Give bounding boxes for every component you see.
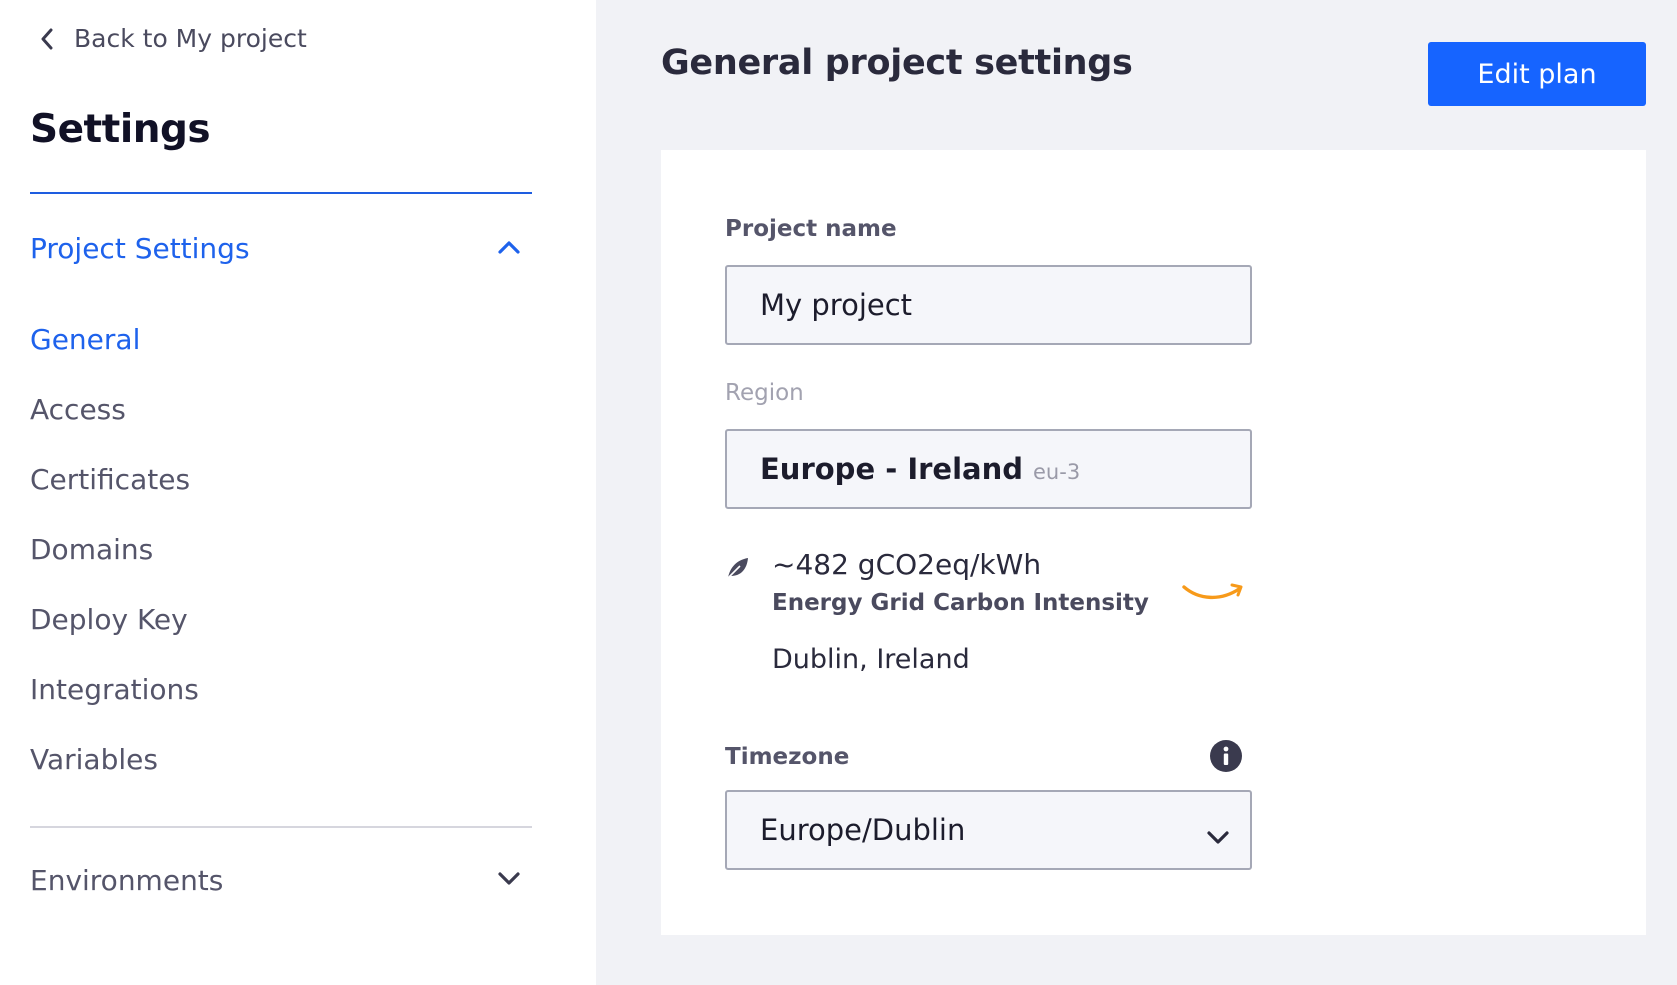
sidebar-item-certificates[interactable]: Certificates xyxy=(30,458,199,528)
sidebar: Back to My project Settings Project Sett… xyxy=(0,0,596,985)
edit-plan-button[interactable]: Edit plan xyxy=(1428,42,1646,106)
leaf-icon xyxy=(725,555,751,585)
timezone-value: Europe/Dublin xyxy=(760,813,966,847)
info-icon[interactable] xyxy=(1209,739,1243,777)
region-name: Europe - Ireland xyxy=(760,452,1024,486)
project-settings-toggle[interactable]: Project Settings xyxy=(30,232,532,265)
environments-divider xyxy=(30,826,532,828)
timezone-select[interactable]: Europe/Dublin xyxy=(725,790,1252,870)
chevron-down-icon xyxy=(498,871,520,890)
project-settings-nav: General Access Certificates Domains Depl… xyxy=(30,318,199,808)
environments-toggle[interactable]: Environments xyxy=(30,864,532,897)
sidebar-item-domains[interactable]: Domains xyxy=(30,528,199,598)
sidebar-item-general[interactable]: General xyxy=(30,318,199,388)
region-code: eu-3 xyxy=(1033,460,1081,484)
project-name-input[interactable]: My project xyxy=(725,265,1252,345)
carbon-intensity-value: ~482 gCO2eq/kWh xyxy=(772,548,1042,581)
chevron-up-icon xyxy=(498,239,520,258)
page-title: General project settings xyxy=(661,43,1133,83)
sidebar-item-variables[interactable]: Variables xyxy=(30,738,199,808)
region-field: Europe - Ireland eu-3 xyxy=(725,429,1252,509)
region-label: Region xyxy=(725,380,804,406)
amazon-logo xyxy=(1181,580,1245,608)
carbon-intensity-label: Energy Grid Carbon Intensity xyxy=(772,590,1149,616)
timezone-label: Timezone xyxy=(725,744,850,770)
environments-label: Environments xyxy=(30,864,224,897)
chevron-down-icon xyxy=(1206,819,1230,853)
title-divider xyxy=(30,192,532,194)
sidebar-title: Settings xyxy=(30,107,211,152)
back-link-label: Back to My project xyxy=(74,24,307,53)
project-name-label: Project name xyxy=(725,216,897,242)
sidebar-item-access[interactable]: Access xyxy=(30,388,199,458)
sidebar-item-integrations[interactable]: Integrations xyxy=(30,668,199,738)
back-link[interactable]: Back to My project xyxy=(40,24,307,53)
chevron-left-icon xyxy=(40,28,54,50)
project-settings-label: Project Settings xyxy=(30,232,250,265)
region-location: Dublin, Ireland xyxy=(772,644,970,675)
settings-card: Project name My project Region Europe - … xyxy=(661,150,1646,935)
project-name-value: My project xyxy=(760,288,913,322)
sidebar-item-deploy-key[interactable]: Deploy Key xyxy=(30,598,199,668)
